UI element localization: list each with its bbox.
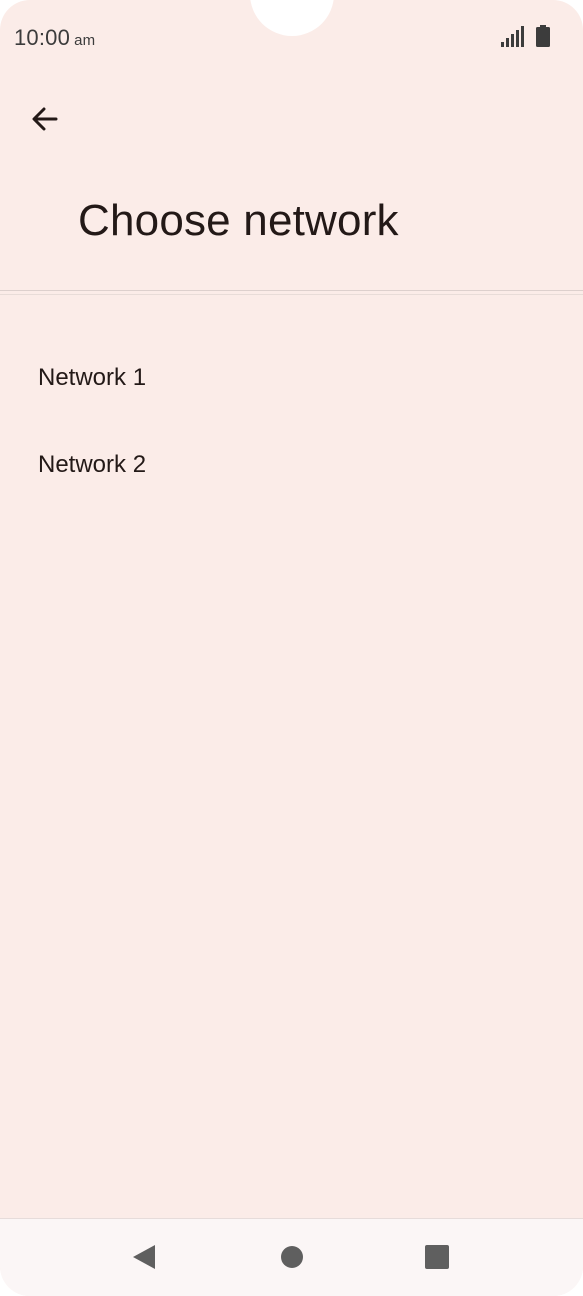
square-recents-icon (425, 1245, 449, 1269)
arrow-back-icon (32, 107, 58, 131)
status-time-ampm: am (74, 32, 96, 49)
cellular-signal-icon (501, 26, 524, 47)
status-time-value: 10:00 (14, 25, 71, 50)
nav-back-button[interactable] (131, 1243, 157, 1276)
battery-full-icon (536, 25, 550, 47)
network-item-1[interactable]: Network 1 (0, 334, 583, 421)
network-item-2[interactable]: Network 2 (0, 421, 583, 508)
network-item-label: Network 2 (38, 451, 147, 478)
status-bar: 10:00 am (0, 0, 583, 76)
page-title: Choose network (78, 196, 399, 245)
phone-screen: 10:00 am Choose network Network 1 Network… (0, 0, 583, 1296)
back-button[interactable] (22, 96, 68, 142)
triangle-back-icon (133, 1245, 155, 1269)
status-time: 10:00 am (14, 25, 95, 51)
navigation-bar (0, 1218, 583, 1296)
network-list: Network 1 Network 2 (0, 334, 583, 508)
nav-recents-button[interactable] (424, 1243, 450, 1276)
network-item-label: Network 1 (38, 364, 147, 391)
nav-home-button[interactable] (279, 1243, 305, 1276)
circle-home-icon (281, 1246, 303, 1268)
header-divider (0, 290, 583, 295)
